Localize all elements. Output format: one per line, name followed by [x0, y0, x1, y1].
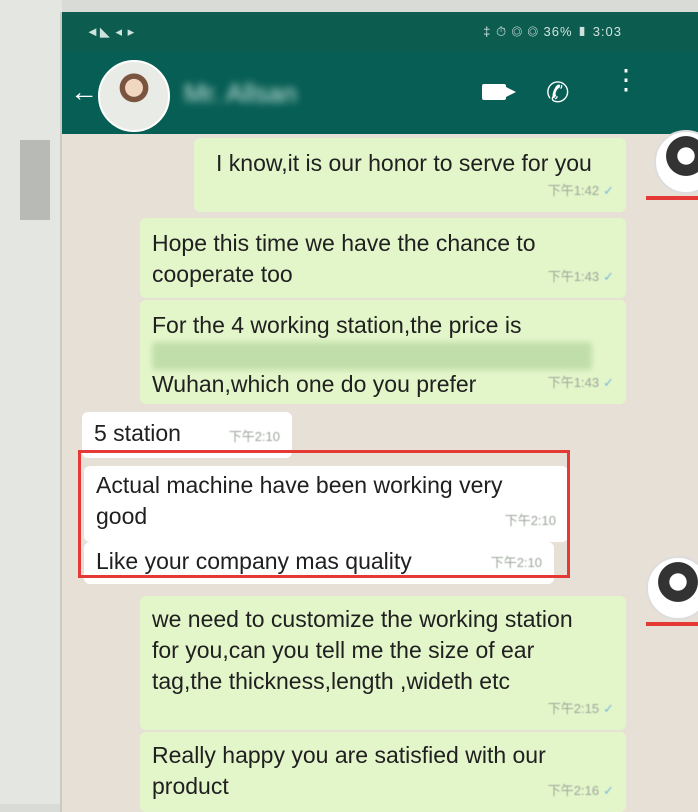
message-outgoing[interactable]: we need to customize the working station… [140, 596, 626, 730]
message-text: Wuhan,which one do you prefer [152, 371, 477, 397]
message-text: we need to customize the working station [152, 606, 573, 632]
message-outgoing[interactable]: I know,it is our honor to serve for you … [194, 138, 626, 212]
message-time: 下午2:10 [490, 555, 542, 570]
message-text: For the 4 working station,the price is [152, 312, 522, 338]
sent-check-icon: ✓ [603, 269, 614, 284]
message-time: 下午2:10 [228, 429, 280, 444]
message-incoming[interactable]: 5 station 下午2:10 [82, 412, 292, 458]
message-text: cooperate too [152, 261, 293, 287]
left-margin [0, 0, 62, 804]
message-text: tag,the thickness,length ,wideth etc [152, 668, 510, 694]
message-outgoing[interactable]: Really happy you are satisfied with our … [140, 732, 626, 812]
message-outgoing[interactable]: Hope this time we have the chance to coo… [140, 218, 626, 298]
message-time: 下午1:42 ✓ [547, 183, 614, 198]
message-outgoing[interactable]: For the 4 working station,the price is W… [140, 300, 626, 404]
back-arrow-icon[interactable]: ← [70, 76, 98, 108]
message-text: good [96, 503, 148, 529]
sent-check-icon: ✓ [603, 375, 614, 390]
sent-check-icon: ✓ [603, 701, 614, 716]
message-incoming[interactable]: Like your company mas quality 下午2:10 [84, 542, 554, 584]
message-incoming[interactable]: Actual machine have been working very go… [84, 466, 568, 542]
message-time: 下午1:43 ✓ [547, 269, 614, 284]
message-time: 下午2:10 [504, 513, 556, 528]
phone-call-icon[interactable]: ✆ [546, 76, 569, 109]
side-avatar-bottom-underline [646, 622, 698, 626]
message-text: Like your company mas quality [96, 548, 412, 574]
sent-check-icon: ✓ [603, 183, 614, 198]
contact-avatar[interactable] [98, 60, 170, 132]
status-bar: ◄◣ ◂ ▸ ‡ ⏱ ◎ ◎ 36% ▮ 3:03 [62, 12, 698, 52]
message-time: 下午1:43 ✓ [547, 375, 614, 390]
message-time: 下午2:16 ✓ [547, 783, 614, 798]
contact-name[interactable]: Mr. Allsan [184, 78, 297, 109]
message-text: Actual machine have been working very [96, 472, 503, 498]
video-call-icon[interactable] [482, 84, 516, 100]
message-text: Hope this time we have the chance to [152, 230, 536, 256]
message-text: for you,can you tell me the size of ear [152, 637, 535, 663]
status-signal: ◄◣ ◂ ▸ [86, 24, 136, 39]
sent-check-icon: ✓ [603, 783, 614, 798]
more-options-icon[interactable]: ⋮ [612, 66, 640, 94]
message-text: Really happy you are satisfied with our [152, 742, 546, 768]
redacted-text [152, 342, 592, 370]
chat-screen: ◄◣ ◂ ▸ ‡ ⏱ ◎ ◎ 36% ▮ 3:03 ← Mr. Allsan ✆… [60, 12, 698, 812]
chat-header: ← Mr. Allsan ✆ ⋮ [62, 52, 698, 134]
status-battery-time: ‡ ⏱ ◎ ◎ 36% ▮ 3:03 [483, 24, 622, 39]
left-shade [20, 140, 50, 220]
message-text: product [152, 773, 229, 799]
message-time: 下午2:15 ✓ [547, 701, 614, 716]
side-avatar-top-underline [646, 196, 698, 200]
